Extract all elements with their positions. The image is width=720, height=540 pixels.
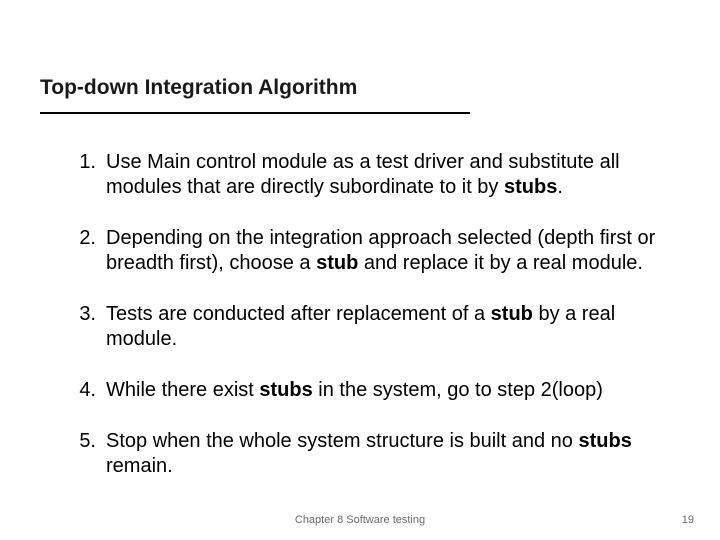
item-text: Depending on the integration approach se… <box>106 226 680 276</box>
item-text: Stop when the whole system structure is … <box>106 429 680 479</box>
item-number: 4. <box>68 378 106 403</box>
item-text: Tests are conducted after replacement of… <box>106 302 680 352</box>
slide-title: Top-down Integration Algorithm <box>40 76 357 100</box>
item-number: 2. <box>68 226 106 276</box>
item-text: While there exist stubs in the system, g… <box>106 378 680 403</box>
list-item: 4. While there exist stubs in the system… <box>68 378 680 403</box>
item-number: 5. <box>68 429 106 479</box>
item-number: 3. <box>68 302 106 352</box>
item-number: 1. <box>68 150 106 200</box>
list-item: 3. Tests are conducted after replacement… <box>68 302 680 352</box>
list-item: 1. Use Main control module as a test dri… <box>68 150 680 200</box>
algorithm-list: 1. Use Main control module as a test dri… <box>68 150 680 505</box>
item-text: Use Main control module as a test driver… <box>106 150 680 200</box>
list-item: 2. Depending on the integration approach… <box>68 226 680 276</box>
list-item: 5. Stop when the whole system structure … <box>68 429 680 479</box>
slide: Top-down Integration Algorithm 1. Use Ma… <box>0 0 720 540</box>
footer-page-number: 19 <box>682 514 694 526</box>
title-underline <box>40 112 470 114</box>
footer-chapter: Chapter 8 Software testing <box>0 514 720 526</box>
